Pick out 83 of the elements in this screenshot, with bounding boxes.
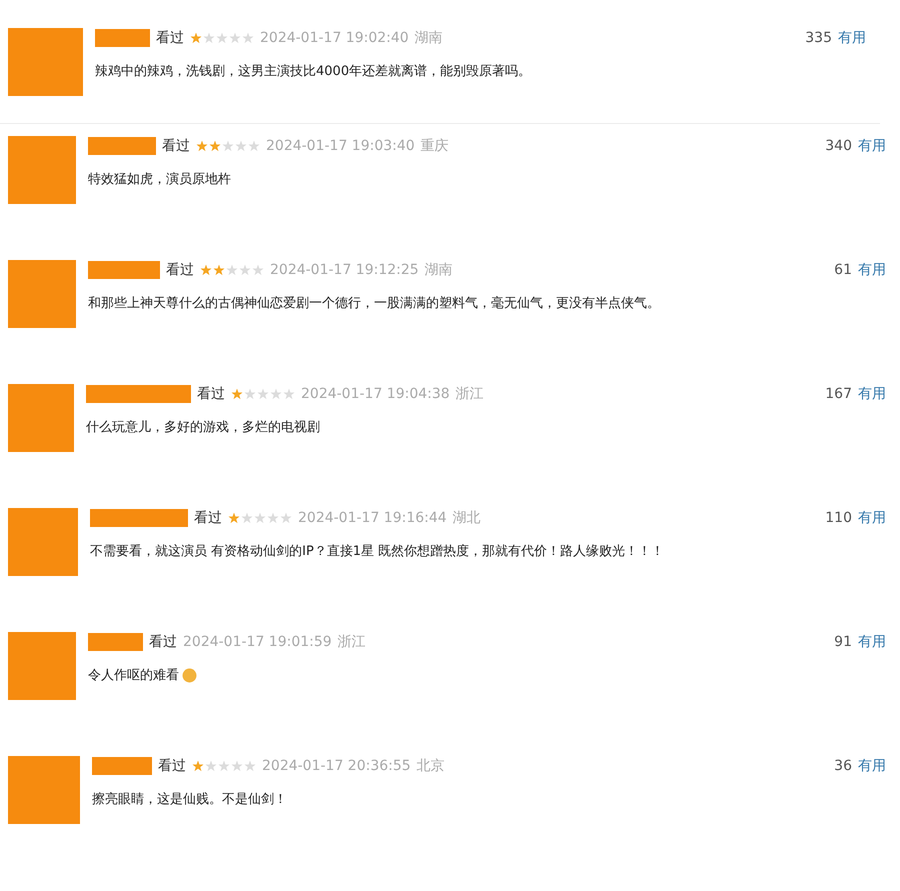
star-icon	[222, 140, 234, 152]
comment-region: 湖南	[424, 261, 453, 279]
star-icon	[190, 32, 202, 44]
vote-count: 167	[825, 386, 852, 402]
comment-text: 擦亮眼睛，这是仙贱。不是仙剑！	[92, 791, 287, 808]
star-icon	[226, 264, 238, 276]
comment-time: 2024-01-17 20:36:55	[262, 758, 411, 774]
useful-link[interactable]: 有用	[858, 385, 886, 403]
vote-count: 36	[834, 758, 852, 774]
vote-count: 91	[834, 634, 852, 650]
star-icon	[239, 264, 251, 276]
vote-count: 335	[805, 30, 832, 46]
comment-time: 2024-01-17 19:04:38	[301, 386, 450, 402]
useful-link[interactable]: 有用	[858, 509, 886, 527]
avatar-redaction	[8, 260, 76, 328]
star-icon	[192, 760, 204, 772]
comment-region: 北京	[416, 757, 445, 775]
watched-status: 看过	[158, 757, 186, 775]
comment-text: 辣鸡中的辣鸡，洗钱剧，这男主演技比4000年还差就离谱，能别毁原著吗。	[95, 63, 532, 80]
comment-time: 2024-01-17 19:03:40	[266, 138, 415, 154]
star-icon	[267, 512, 279, 524]
star-icon	[242, 32, 254, 44]
watched-status: 看过	[149, 633, 177, 651]
useful-link[interactable]: 有用	[858, 261, 886, 279]
star-icon	[270, 388, 282, 400]
watched-status: 看过	[166, 261, 194, 279]
star-icon	[244, 760, 256, 772]
star-icon	[254, 512, 266, 524]
watched-status: 看过	[162, 137, 190, 155]
vote-count: 110	[825, 510, 852, 526]
star-icon	[283, 388, 295, 400]
useful-link[interactable]: 有用	[838, 29, 866, 47]
comment-region: 浙江	[456, 385, 484, 403]
comment-text: 不需要看，就这演员 有资格动仙剑的IP？直接1星 既然你想蹭热度，那就有代价！路人缘败光！！！	[90, 543, 664, 560]
username-redaction	[88, 137, 156, 155]
username-redaction	[95, 29, 150, 47]
avatar-redaction	[8, 632, 76, 700]
avatar-redaction	[8, 508, 78, 576]
star-icon	[209, 140, 221, 152]
comment-text: 什么玩意儿，多好的游戏，多烂的电视剧	[86, 419, 320, 436]
avatar-redaction	[8, 136, 76, 204]
watched-status: 看过	[197, 385, 225, 403]
comment-text: 特效猛如虎，演员原地杵	[88, 171, 231, 188]
star-icon	[231, 760, 243, 772]
star-icon	[241, 512, 253, 524]
comment-region: 湖北	[452, 509, 481, 527]
comment-time: 2024-01-17 19:01:59	[183, 634, 332, 650]
star-icon	[196, 140, 208, 152]
avatar-redaction	[8, 384, 74, 452]
star-icon	[216, 32, 228, 44]
username-redaction	[88, 633, 143, 651]
avatar-redaction	[8, 756, 80, 824]
star-icon	[235, 140, 247, 152]
star-icon	[231, 388, 243, 400]
comment-text: 令人作呕的难看	[88, 667, 179, 684]
vote-count: 340	[825, 138, 852, 154]
watched-status: 看过	[156, 29, 184, 47]
comment-region: 重庆	[420, 137, 449, 155]
star-icon	[213, 264, 225, 276]
comment-time: 2024-01-17 19:02:40	[260, 30, 409, 46]
comment-time: 2024-01-17 19:16:44	[298, 510, 447, 526]
star-icon	[252, 264, 264, 276]
username-redaction	[88, 261, 160, 279]
star-icon	[248, 140, 260, 152]
useful-link[interactable]: 有用	[858, 137, 886, 155]
star-icon	[244, 388, 256, 400]
comment-region: 浙江	[338, 633, 366, 651]
comment-time: 2024-01-17 19:12:25	[270, 262, 419, 278]
comment-text: 和那些上神天尊什么的古偶神仙恋爱剧一个德行，一股满满的塑料气，毫无仙气，更没有半点侠气。	[88, 295, 660, 312]
star-icon	[229, 32, 241, 44]
useful-link[interactable]: 有用	[858, 633, 886, 651]
watched-status: 看过	[194, 509, 222, 527]
vote-count: 61	[834, 262, 852, 278]
star-icon	[205, 760, 217, 772]
useful-link[interactable]: 有用	[858, 757, 886, 775]
star-icon	[200, 264, 212, 276]
star-icon	[257, 388, 269, 400]
star-icon	[203, 32, 215, 44]
star-icon	[280, 512, 292, 524]
star-icon	[218, 760, 230, 772]
username-redaction	[92, 757, 152, 775]
star-icon	[228, 512, 240, 524]
comment-region: 湖南	[414, 29, 443, 47]
